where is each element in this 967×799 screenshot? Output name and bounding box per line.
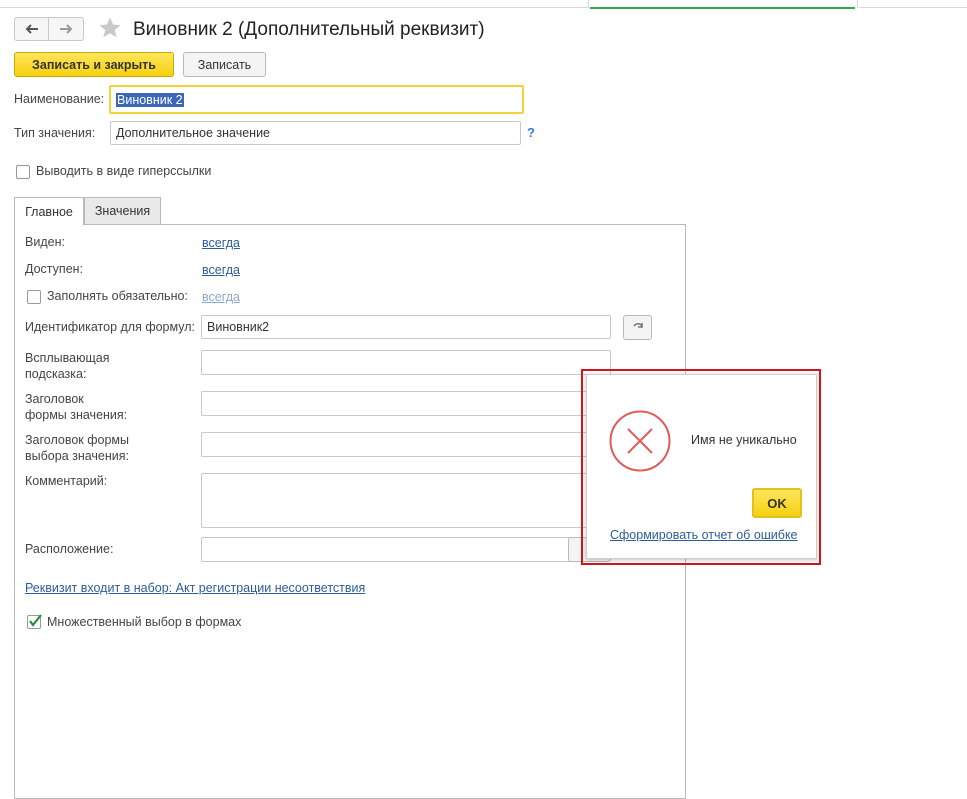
curved-arrow-icon [632,322,643,328]
formula-id-field[interactable]: Виновник2 [201,315,611,339]
hyperlink-checkbox-label: Выводить в виде гиперссылки [36,164,212,178]
value-form-title-label-line-1: Заголовок [25,392,84,406]
save-button[interactable]: Записать [183,52,266,77]
arrow-right-icon [60,24,73,34]
formula-id-value: Виновник2 [207,320,270,334]
value-type-label: Тип значения: [14,126,96,140]
name-label: Наименование: [14,92,105,106]
comment-label: Комментарий: [25,474,108,488]
refresh-identifier-button[interactable] [623,315,652,340]
value-form-title-label-line-2: формы значения: [25,408,128,422]
back-button[interactable] [14,17,49,41]
tab-strip-segment [859,0,967,8]
required-checkbox[interactable] [27,290,41,304]
choice-form-title-label-line-1: Заголовок формы [25,433,130,447]
available-value-link[interactable]: всегда [202,263,240,277]
tab-strip-segment [0,0,588,8]
location-field[interactable] [201,537,571,562]
tab-main[interactable]: Главное [14,197,84,225]
tab-values[interactable]: Значения [84,197,161,224]
available-label: Доступен: [25,262,84,276]
active-window-tab-indicator[interactable] [590,0,855,9]
choice-form-title-label: Заголовок формы выбора значения: [25,432,129,464]
tab-strip-divider [857,0,858,8]
value-form-title-label: Заголовок формы значения: [25,391,127,423]
location-label: Расположение: [25,542,114,556]
tooltip-label-line-1: Всплывающая [25,351,110,365]
multi-select-label: Множественный выбор в формах [47,615,242,629]
favorite-star-icon[interactable] [98,16,122,43]
arrow-left-icon [25,24,38,34]
name-field-value: Виновник 2 [116,92,184,107]
help-icon[interactable]: ? [527,125,535,140]
choice-form-title-field[interactable] [201,432,611,457]
comment-field[interactable] [201,473,611,528]
tab-strip-divider [588,0,589,8]
value-form-title-field[interactable] [201,391,611,416]
choice-form-title-label-line-2: выбора значения: [25,449,130,463]
tooltip-field[interactable] [201,350,611,375]
value-type-field[interactable]: Дополнительное значение [110,121,521,145]
tooltip-label: Всплывающая подсказка: [25,350,109,382]
formula-id-label: Идентификатор для формул: [25,320,195,334]
required-value-link[interactable]: всегда [202,290,240,304]
window-title: Виновник 2 (Дополнительный реквизит) [133,19,485,40]
ok-button[interactable]: OK [752,488,802,518]
top-tab-strip [0,0,967,9]
multi-select-checkbox[interactable] [27,614,42,629]
visible-label: Виден: [25,235,65,249]
visible-value-link[interactable]: всегда [202,236,240,250]
error-report-link[interactable]: Сформировать отчет об ошибке [610,528,798,542]
tooltip-label-line-2: подсказка: [25,367,87,381]
checkmark-icon [29,614,42,627]
error-message: Имя не уникально [691,433,797,447]
forward-button[interactable] [49,17,84,41]
save-and-close-button[interactable]: Записать и закрыть [14,52,174,77]
value-type-value: Дополнительное значение [116,126,271,140]
error-icon [608,409,672,476]
required-label: Заполнять обязательно: [47,289,188,303]
hyperlink-checkbox[interactable] [16,165,30,179]
name-field[interactable]: Виновник 2 [109,85,524,114]
attribute-set-link[interactable]: Реквизит входит в набор: Акт регистрации… [25,581,365,595]
